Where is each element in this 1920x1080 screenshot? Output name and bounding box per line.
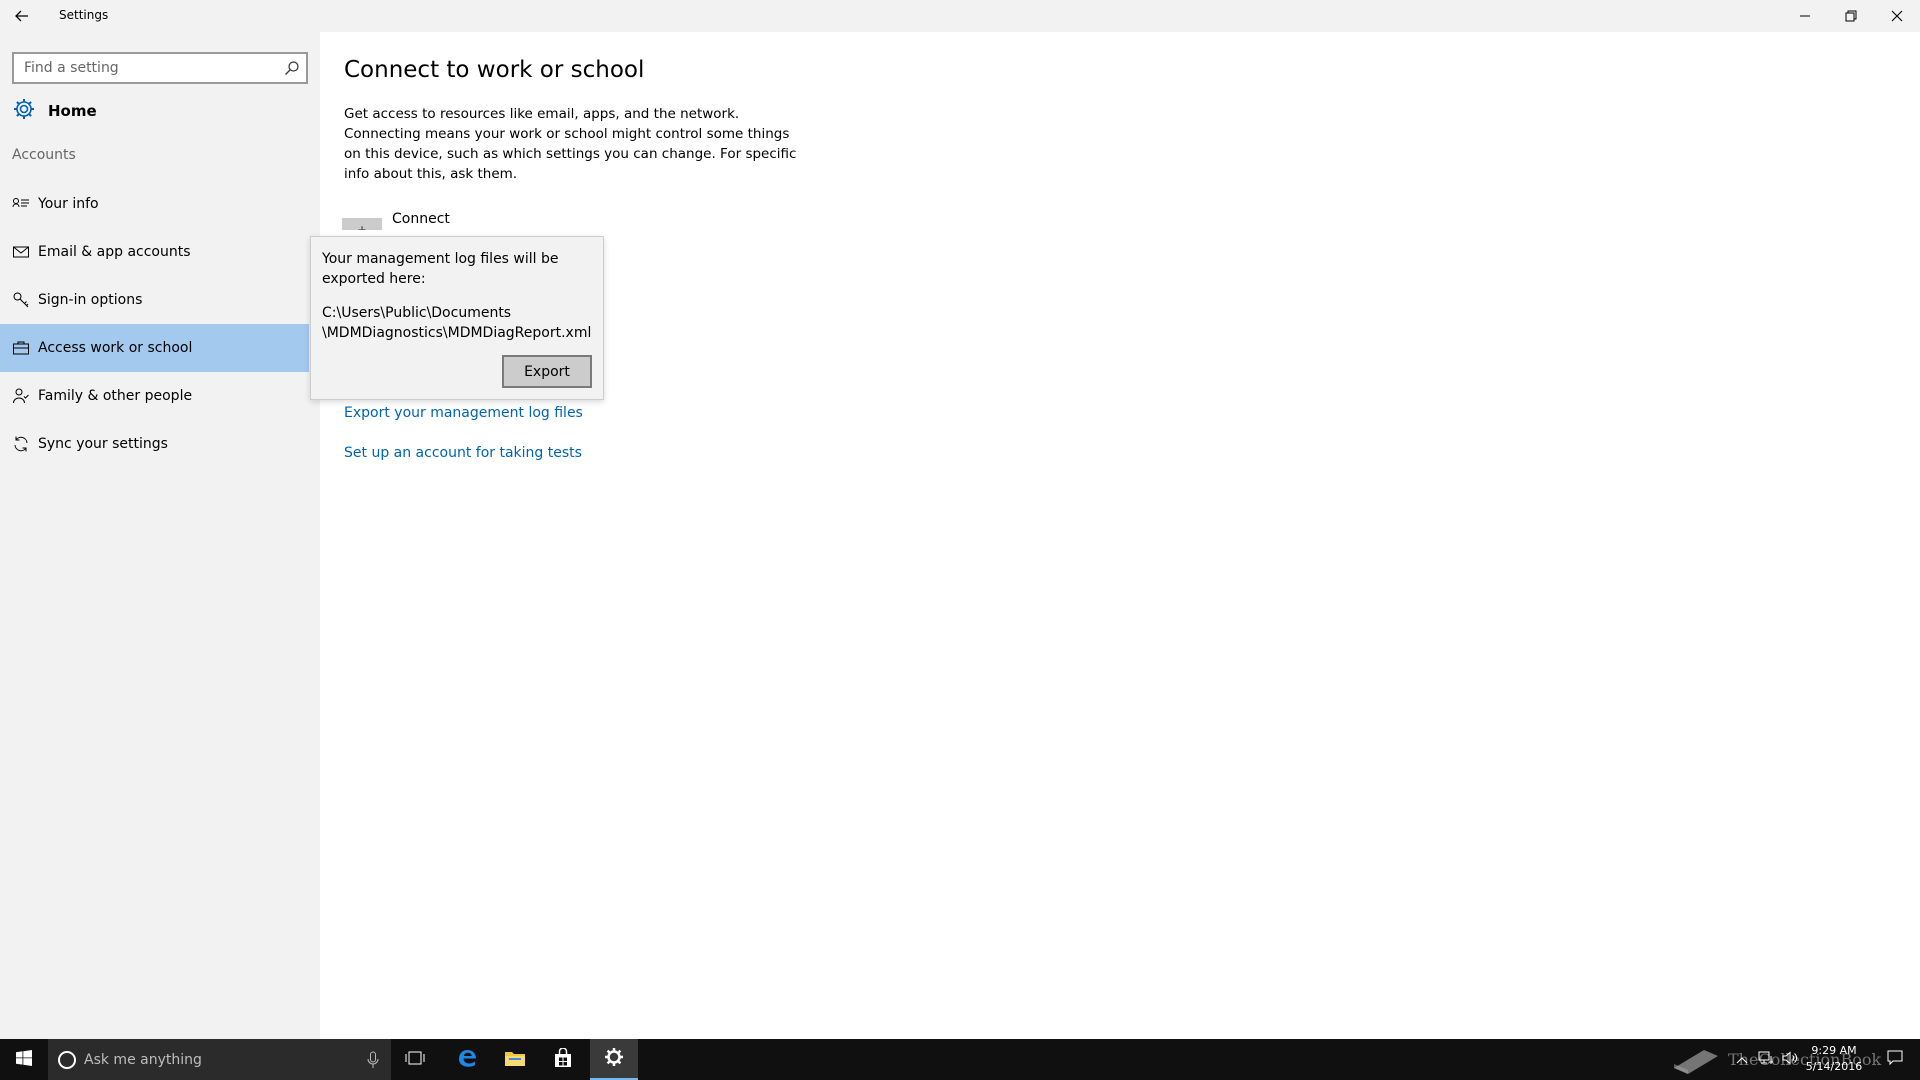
title-bar: Settings: [0, 0, 1920, 32]
search-box[interactable]: [12, 52, 308, 84]
page-description: Get access to resources like email, apps…: [344, 106, 797, 182]
task-view-icon: [405, 1050, 425, 1070]
gear-icon: [604, 1047, 624, 1071]
taskbar: Ask me anything TheCollectionBook 9:29 A…: [0, 1039, 1920, 1080]
chevron-up-icon: [1736, 1050, 1748, 1069]
sidebar-item-label: Family & other people: [38, 388, 193, 404]
clock[interactable]: 9:29 AM 5/14/2016: [1786, 1043, 1882, 1075]
home-label: Home: [48, 102, 97, 120]
sidebar-item-label: Sign-in options: [38, 292, 143, 308]
task-view-button[interactable]: [391, 1039, 439, 1080]
export-path: C:\Users\Public\Documents \MDMDiagnostic…: [322, 303, 602, 343]
connect-label: Connect: [392, 211, 450, 227]
page-title: Connect to work or school: [344, 57, 645, 83]
flyout-message: Your management log files will be export…: [322, 251, 559, 287]
setup-test-account-link[interactable]: Set up an account for taking tests: [344, 445, 582, 461]
sidebar-item-label: Email & app accounts: [38, 244, 191, 260]
clock-date: 5/14/2016: [1805, 1060, 1863, 1073]
export-flyout: Your management log files will be export…: [310, 236, 604, 400]
start-button[interactable]: [0, 1039, 48, 1080]
edge-icon: [456, 1047, 478, 1073]
microphone-icon[interactable]: [367, 1051, 379, 1069]
sidebar-item-family-people[interactable]: Family & other people: [0, 372, 309, 420]
close-button[interactable]: [1874, 0, 1920, 32]
people-icon: [12, 387, 30, 405]
sidebar-item-sync-settings[interactable]: Sync your settings: [0, 420, 309, 468]
sidebar-item-label: Your info: [38, 196, 99, 212]
sidebar-item-email-accounts[interactable]: Email & app accounts: [0, 228, 309, 276]
export-log-files-link[interactable]: Export your management log files: [344, 405, 583, 421]
file-explorer-button[interactable]: [491, 1039, 539, 1080]
network-button[interactable]: [1754, 1039, 1778, 1080]
sidebar-item-label: Sync your settings: [38, 436, 168, 452]
windows-logo-icon: [16, 1049, 32, 1070]
minimize-button[interactable]: [1782, 0, 1828, 32]
sidebar-item-your-info[interactable]: Your info: [0, 180, 309, 228]
export-path-line-2: \MDMDiagnostics\MDMDiagReport.xml: [322, 325, 592, 341]
key-icon: [12, 291, 30, 309]
section-header: Accounts: [12, 147, 76, 163]
cortana-icon: [58, 1050, 76, 1069]
sidebar-item-sign-in-options[interactable]: Sign-in options: [0, 276, 309, 324]
show-hidden-icons-button[interactable]: [1732, 1039, 1752, 1080]
window-title: Settings: [59, 8, 109, 22]
mail-icon: [12, 243, 30, 261]
cortana-search-box[interactable]: Ask me anything: [48, 1039, 391, 1080]
sync-icon: [12, 435, 30, 453]
folder-icon: [504, 1049, 526, 1071]
connect-button[interactable]: + Connect: [342, 211, 450, 238]
back-arrow-icon[interactable]: [12, 6, 32, 26]
edge-browser-button[interactable]: [443, 1039, 491, 1080]
gear-icon: [12, 97, 36, 125]
book-logo-icon: [1670, 1040, 1722, 1080]
briefcase-icon: [12, 339, 30, 357]
clock-time: 9:29 AM: [1811, 1044, 1857, 1057]
home-nav[interactable]: Home: [12, 96, 97, 126]
notification-icon: [1887, 1050, 1903, 1070]
sidebar-item-access-work-school[interactable]: Access work or school: [0, 324, 309, 372]
search-input[interactable]: [14, 54, 264, 82]
person-card-icon: [12, 195, 30, 213]
restore-button[interactable]: [1828, 0, 1874, 32]
cortana-search-text: Ask me anything: [84, 1051, 202, 1068]
export-path-line-1: C:\Users\Public\Documents: [322, 305, 512, 321]
store-bag-icon: [553, 1046, 573, 1072]
sidebar-item-label: Access work or school: [38, 340, 193, 356]
plus-icon: +: [342, 218, 382, 230]
action-center-button[interactable]: [1880, 1039, 1910, 1080]
search-icon[interactable]: [284, 60, 300, 76]
network-icon: [1758, 1050, 1774, 1069]
main-content: Connect to work or school Get access to …: [320, 32, 1920, 1039]
sidebar: Home Accounts Your info Email & app acco…: [0, 32, 320, 1039]
store-button[interactable]: [539, 1039, 587, 1080]
settings-taskbar-button[interactable]: [590, 1039, 638, 1080]
export-button[interactable]: Export: [502, 355, 592, 388]
